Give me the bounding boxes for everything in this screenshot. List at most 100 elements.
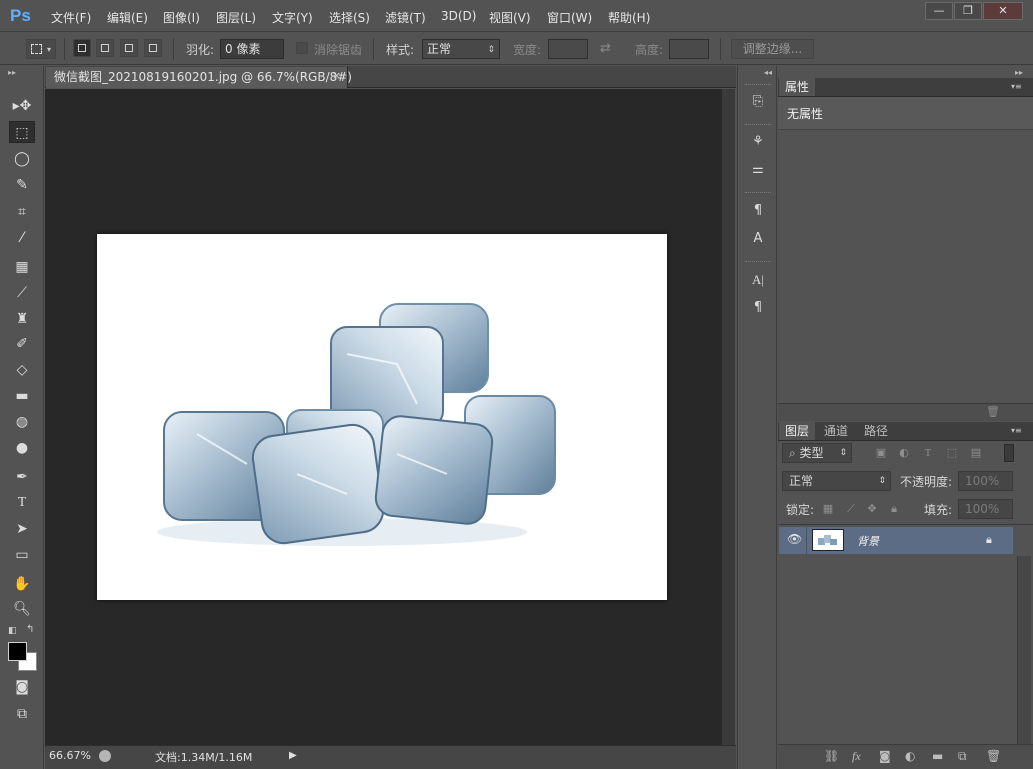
foreground-color-swatch[interactable] (8, 642, 27, 661)
menu-filter[interactable]: 滤镜(T) (385, 9, 426, 26)
screen-mode-icon[interactable]: ⧉ (9, 703, 35, 725)
panel-menu-icon[interactable]: ▾≡ (1011, 426, 1022, 435)
menu-file[interactable]: 文件(F) (51, 9, 91, 26)
new-group-icon[interactable]: ▬ (932, 749, 943, 763)
zoom-tool-icon[interactable]: 🔍︎ (9, 598, 35, 620)
height-input[interactable] (669, 39, 709, 59)
tab-properties[interactable]: 属性 (779, 78, 816, 96)
default-colors-icon[interactable]: ◧ (8, 626, 17, 636)
opacity-input[interactable]: 100% (958, 471, 1013, 491)
shape-filter-icon[interactable]: ⬚ (946, 447, 958, 459)
brush-panel-icon[interactable]: ⚘ (747, 131, 769, 153)
gradient-tool-icon[interactable]: ▬ (9, 385, 35, 407)
menu-type[interactable]: 文字(Y) (272, 9, 313, 26)
menu-layer[interactable]: 图层(L) (216, 9, 256, 26)
zoom-level[interactable]: 66.67% (49, 749, 91, 762)
lock-all-icon[interactable]: 🔒︎ (888, 503, 900, 515)
swap-colors-icon[interactable]: ↰ (26, 624, 34, 635)
marquee-tool-icon[interactable]: ⬚ (9, 121, 35, 143)
trash-icon[interactable]: 🗑︎ (986, 405, 1000, 418)
style-select[interactable]: 正常 ⇕ (422, 39, 500, 59)
adjustment-layer-icon[interactable]: ◐ (905, 749, 915, 763)
lock-image-icon[interactable]: ⟋ (845, 503, 857, 515)
dock-grip[interactable] (745, 84, 771, 87)
character-panel-icon[interactable]: A| (747, 269, 769, 291)
status-menu-arrow-icon[interactable]: ▶ (289, 750, 297, 761)
vertical-scrollbar[interactable] (721, 89, 735, 745)
collapse-icon[interactable]: ▸▸ (8, 68, 16, 77)
layers-scrollbar[interactable] (1017, 556, 1031, 744)
menu-window[interactable]: 窗口(W) (547, 9, 592, 26)
lock-position-icon[interactable]: ✥ (866, 503, 878, 515)
delete-layer-icon[interactable]: 🗑︎ (986, 749, 1001, 763)
dock-grip[interactable] (745, 124, 771, 127)
close-tab-icon[interactable]: × (332, 69, 341, 82)
lock-transparent-icon[interactable]: ▦ (822, 503, 834, 515)
tool-preset-picker[interactable]: ▾ (26, 39, 56, 59)
refine-edge-button[interactable]: 调整边缘... (731, 39, 814, 59)
layer-lock-icon[interactable]: 🔒︎ (986, 533, 992, 547)
minimize-button[interactable]: — (925, 2, 953, 20)
quick-mask-icon[interactable]: ◙ (9, 676, 35, 698)
clone-stamp-tool-icon[interactable]: ♜ (9, 308, 35, 330)
history-brush-tool-icon[interactable]: ✐ (9, 333, 35, 355)
crop-tool-icon[interactable]: ⌗ (9, 201, 35, 223)
menu-3d[interactable]: 3D(D) (441, 9, 476, 23)
brush-tool-icon[interactable]: ⟋ (9, 282, 35, 304)
adjustments-panel-icon[interactable]: ⚌ (747, 159, 769, 181)
path-select-tool-icon[interactable]: ➤ (9, 518, 35, 540)
layer-thumbnail[interactable] (812, 529, 844, 551)
dock-grip[interactable] (745, 261, 771, 264)
paragraph-panel-icon[interactable]: ¶ (747, 297, 769, 319)
feather-input[interactable]: 0 像素 (220, 39, 284, 59)
menu-select[interactable]: 选择(S) (329, 9, 370, 26)
history-panel-icon[interactable]: ⎘ (747, 91, 769, 113)
eraser-tool-icon[interactable]: ◇ (9, 359, 35, 381)
character-styles-icon[interactable]: A (747, 228, 769, 250)
menu-edit[interactable]: 编辑(E) (107, 9, 148, 26)
eyedropper-tool-icon[interactable]: ⁄ (9, 227, 35, 249)
menu-help[interactable]: 帮助(H) (608, 9, 650, 26)
blend-mode-select[interactable]: 正常 ⇕ (782, 471, 891, 491)
shape-tool-icon[interactable]: ▭ (9, 544, 35, 566)
panel-menu-icon[interactable]: ▾≡ (1011, 82, 1022, 91)
adjustment-filter-icon[interactable]: ◐ (898, 447, 910, 459)
collapse-icon[interactable]: ◂◂ (764, 68, 772, 77)
tab-channels[interactable]: 通道 (818, 422, 854, 440)
pen-tool-icon[interactable]: ✒ (9, 466, 35, 488)
new-selection-button[interactable] (73, 39, 91, 57)
paragraph-styles-icon[interactable]: ¶ (747, 200, 769, 222)
add-selection-button[interactable] (96, 39, 114, 57)
eye-icon[interactable]: 👁︎ (787, 532, 802, 546)
hand-tool-icon[interactable]: ✋ (9, 573, 35, 595)
document-image[interactable] (97, 234, 667, 600)
quick-select-tool-icon[interactable]: ✎ (9, 174, 35, 196)
menu-view[interactable]: 视图(V) (489, 9, 531, 26)
blur-tool-icon[interactable]: ◍ (9, 411, 35, 433)
antialias-checkbox[interactable] (296, 42, 308, 54)
menu-image[interactable]: 图像(I) (163, 9, 200, 26)
subtract-selection-button[interactable] (120, 39, 138, 57)
swap-icon[interactable]: ⇄ (600, 41, 611, 56)
dock-grip[interactable] (745, 192, 771, 195)
filter-toggle[interactable] (1004, 444, 1014, 462)
collapse-icon[interactable]: ▸▸ (1015, 68, 1023, 77)
pixel-filter-icon[interactable]: ▣ (875, 447, 887, 459)
fill-input[interactable]: 100% (958, 499, 1013, 519)
layer-style-icon[interactable]: fx (852, 749, 861, 764)
link-layers-icon[interactable]: ⛓ (824, 749, 839, 763)
type-tool-icon[interactable]: T (9, 492, 35, 514)
restore-button[interactable]: ❐ (954, 2, 982, 20)
tab-layers[interactable]: 图层 (779, 422, 816, 440)
layer-filter-select[interactable]: ⌕ 类型 ⇕ (782, 443, 852, 463)
dodge-tool-icon[interactable]: ● (9, 437, 35, 459)
status-options-icon[interactable] (99, 750, 111, 762)
lasso-tool-icon[interactable]: ◯ (9, 148, 35, 170)
new-layer-icon[interactable]: ⧉ (958, 749, 967, 764)
smart-object-filter-icon[interactable]: ▤ (970, 447, 982, 459)
add-mask-icon[interactable]: ◙ (879, 749, 891, 763)
move-tool-icon[interactable]: ▸✥ (9, 95, 35, 117)
tab-paths[interactable]: 路径 (858, 422, 894, 440)
healing-brush-tool-icon[interactable]: ▦ (9, 256, 35, 278)
type-filter-icon[interactable]: T (922, 447, 934, 459)
